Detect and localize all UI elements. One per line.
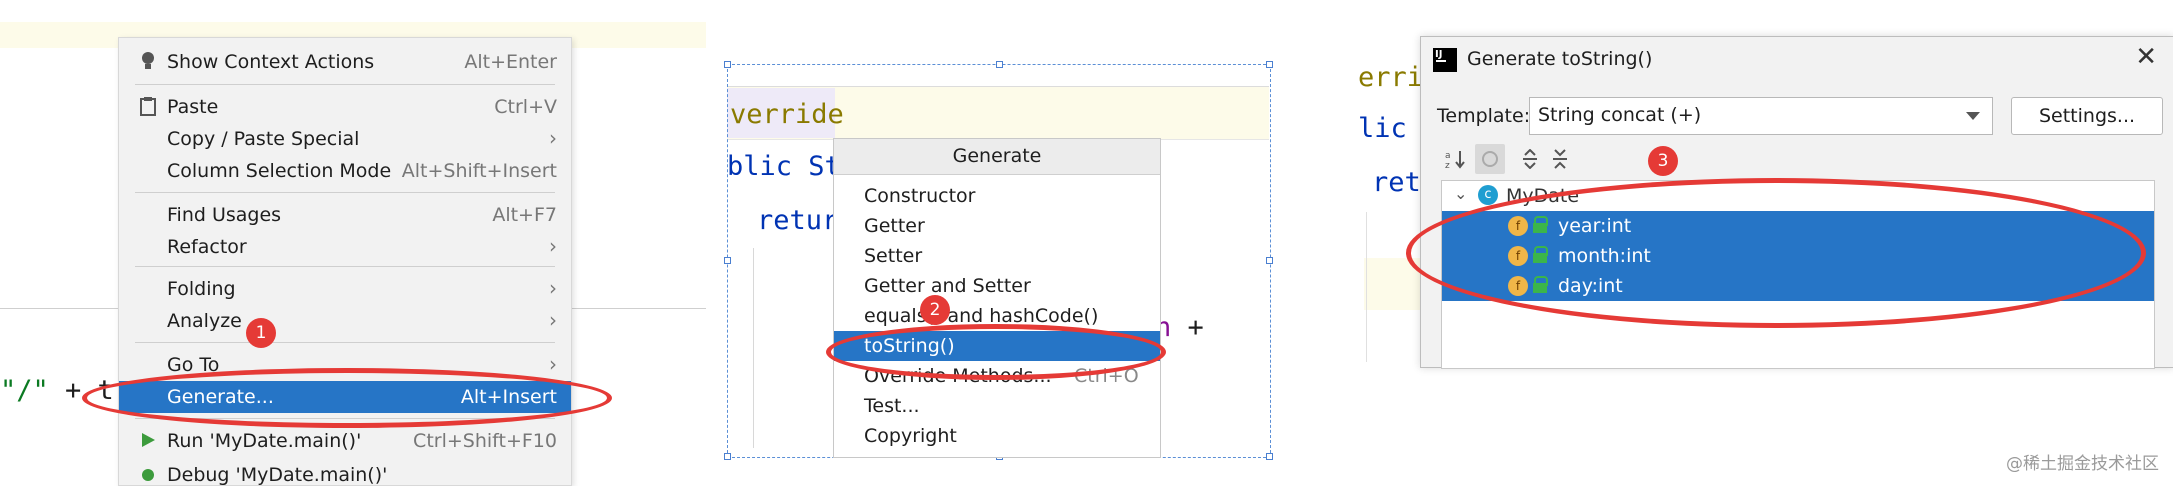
chevron-right-icon: › [549, 308, 557, 332]
menu-item-show-context-actions[interactable]: Show Context Actions Alt+Enter [119, 46, 571, 78]
generate-item-label: Setter [864, 245, 923, 267]
generate-item-copyright[interactable]: Copyright [834, 421, 1160, 451]
template-select[interactable]: String concat (+) [1529, 97, 1993, 135]
chevron-right-icon: › [549, 352, 557, 376]
menu-item-shortcut: Ctrl+V [494, 96, 557, 118]
menu-item-label: Folding [167, 278, 236, 300]
menu-separator [135, 266, 555, 267]
generate-item-label: Copyright [864, 425, 957, 447]
menu-item-label: Analyze [167, 310, 242, 332]
clipboard-icon [139, 96, 157, 116]
logo-mark: IJ [1435, 49, 1443, 60]
generate-item-setter[interactable]: Setter [834, 241, 1160, 271]
step-badge-1: 1 [246, 318, 276, 348]
generate-item-getter[interactable]: Getter [834, 211, 1160, 241]
expand-all-icon[interactable] [1515, 144, 1545, 174]
menu-item-label: Find Usages [167, 204, 282, 226]
menu-item-shortcut: Alt+Shift+Insert [401, 160, 557, 182]
generate-popup: Generate Constructor Getter Setter Gette… [833, 138, 1161, 458]
menu-separator [135, 84, 555, 85]
menu-item-label: Column Selection Mode [167, 160, 392, 182]
code-string: "/" [0, 375, 49, 406]
menu-item-analyze[interactable]: Analyze › [119, 305, 571, 337]
template-label: Template: [1437, 105, 1531, 127]
chevron-right-icon: › [549, 234, 557, 258]
menu-item-shortcut: Ctrl+Shift+F10 [413, 430, 557, 452]
menu-separator [135, 342, 555, 343]
close-icon[interactable]: ✕ [2135, 42, 2157, 72]
menu-item-shortcut: Alt+F7 [492, 204, 557, 226]
lightbulb-icon [139, 51, 157, 71]
menu-item-paste[interactable]: Paste Ctrl+V [119, 91, 571, 123]
step-badge-2: 2 [920, 295, 950, 325]
settings-button[interactable]: Settings... [2011, 97, 2163, 135]
run-icon [139, 430, 157, 450]
class-icon: c [1478, 185, 1498, 205]
frame-handle [724, 61, 731, 68]
chevron-down-icon [1966, 112, 1980, 120]
step-badge-3: 3 [1648, 146, 1678, 176]
debug-icon [139, 464, 157, 484]
frame-handle [724, 257, 731, 264]
generate-item-label: Getter and Setter [864, 275, 1031, 297]
frame-handle [1266, 61, 1273, 68]
menu-item-label: Copy / Paste Special [167, 128, 360, 150]
annotation-oval-fields [1406, 178, 2146, 328]
menu-item-label: Run 'MyDate.main()' [167, 430, 362, 452]
frame-handle [724, 453, 731, 460]
chevron-right-icon: › [549, 126, 557, 150]
show-inherited-icon[interactable] [1475, 144, 1505, 174]
menu-item-column-selection-mode[interactable]: Column Selection Mode Alt+Shift+Insert [119, 155, 571, 187]
generate-item-label: Constructor [864, 185, 976, 207]
generate-item-getter-and-setter[interactable]: Getter and Setter [834, 271, 1160, 301]
menu-item-label: Show Context Actions [167, 51, 375, 73]
menu-separator [135, 192, 555, 193]
generate-item-label: Getter [864, 215, 925, 237]
watermark: @稀土掘金技术社区 [2006, 454, 2159, 474]
chevron-right-icon: › [549, 276, 557, 300]
dialog-title: Generate toString() [1467, 48, 1653, 70]
generate-item-test[interactable]: Test... [834, 391, 1160, 421]
menu-item-label: Refactor [167, 236, 247, 258]
menu-item-folding[interactable]: Folding › [119, 273, 571, 305]
menu-item-find-usages[interactable]: Find Usages Alt+F7 [119, 199, 571, 231]
code-override: erri [1358, 62, 1424, 93]
menu-item-shortcut: Alt+Enter [464, 51, 557, 73]
annotation-oval-tostring [826, 324, 1166, 380]
frame-handle [1266, 453, 1273, 460]
template-select-value: String concat (+) [1538, 104, 1702, 126]
sort-alphabetically-icon[interactable]: az [1441, 144, 1471, 174]
indent-guide [1366, 212, 1367, 362]
generate-item-constructor[interactable]: Constructor [834, 181, 1160, 211]
menu-item-copy-paste-special[interactable]: Copy / Paste Special › [119, 123, 571, 155]
menu-item-debug-main[interactable]: Debug 'MyDate.main()' [119, 459, 571, 485]
menu-item-label: Paste [167, 96, 219, 118]
intellij-logo-icon: IJ [1433, 48, 1457, 72]
menu-item-refactor[interactable]: Refactor › [119, 231, 571, 263]
frame-handle [1266, 257, 1273, 264]
generate-item-label: Test... [864, 395, 920, 417]
chevron-down-icon: ⌄ [1454, 184, 1468, 203]
frame-handle [996, 61, 1003, 68]
menu-item-label: Debug 'MyDate.main()' [167, 464, 388, 485]
svg-text:a: a [1445, 151, 1451, 161]
popup-title: Generate [834, 139, 1160, 175]
collapse-all-icon[interactable] [1545, 144, 1575, 174]
annotation-oval-generate [82, 368, 612, 428]
menu-item-run-main[interactable]: Run 'MyDate.main()' Ctrl+Shift+F10 [119, 425, 571, 457]
svg-text:z: z [1445, 161, 1450, 170]
